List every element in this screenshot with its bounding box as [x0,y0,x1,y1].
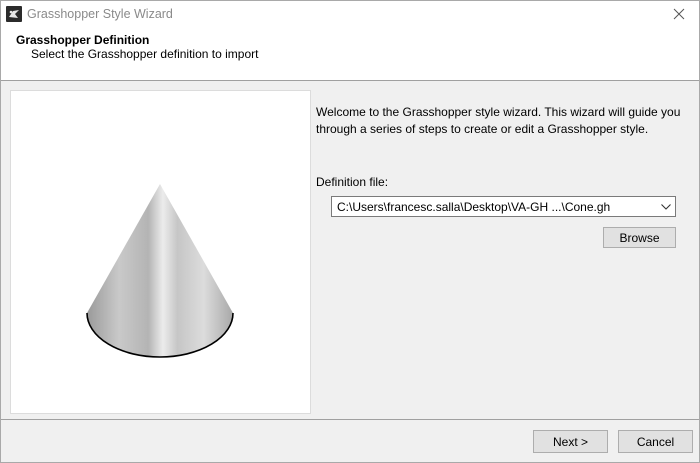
definition-file-value: C:\Users\francesc.salla\Desktop\VA-GH ..… [337,199,611,214]
definition-file-label: Definition file: [316,175,389,189]
grasshopper-app-icon [6,6,22,22]
window-title: Grasshopper Style Wizard [27,7,173,21]
header-divider [1,80,699,81]
welcome-text: Welcome to the Grasshopper style wizard.… [316,105,681,136]
close-button[interactable] [659,1,699,29]
next-button[interactable]: Next > [533,430,608,453]
chevron-down-icon[interactable] [657,197,675,216]
cancel-button[interactable]: Cancel [618,430,693,453]
wizard-window: Grasshopper Style Wizard Grasshopper Def… [0,0,700,463]
title-bar: Grasshopper Style Wizard [1,1,699,29]
page-subtitle: Select the Grasshopper definition to imp… [31,47,259,61]
page-title: Grasshopper Definition [16,33,150,47]
cone-preview-image [86,184,234,358]
browse-button[interactable]: Browse [603,227,676,248]
definition-file-dropdown[interactable]: C:\Users\francesc.salla\Desktop\VA-GH ..… [331,196,676,217]
wizard-header: Grasshopper Definition Select the Grassh… [1,29,699,80]
close-icon [673,8,685,23]
definition-preview [10,90,311,414]
